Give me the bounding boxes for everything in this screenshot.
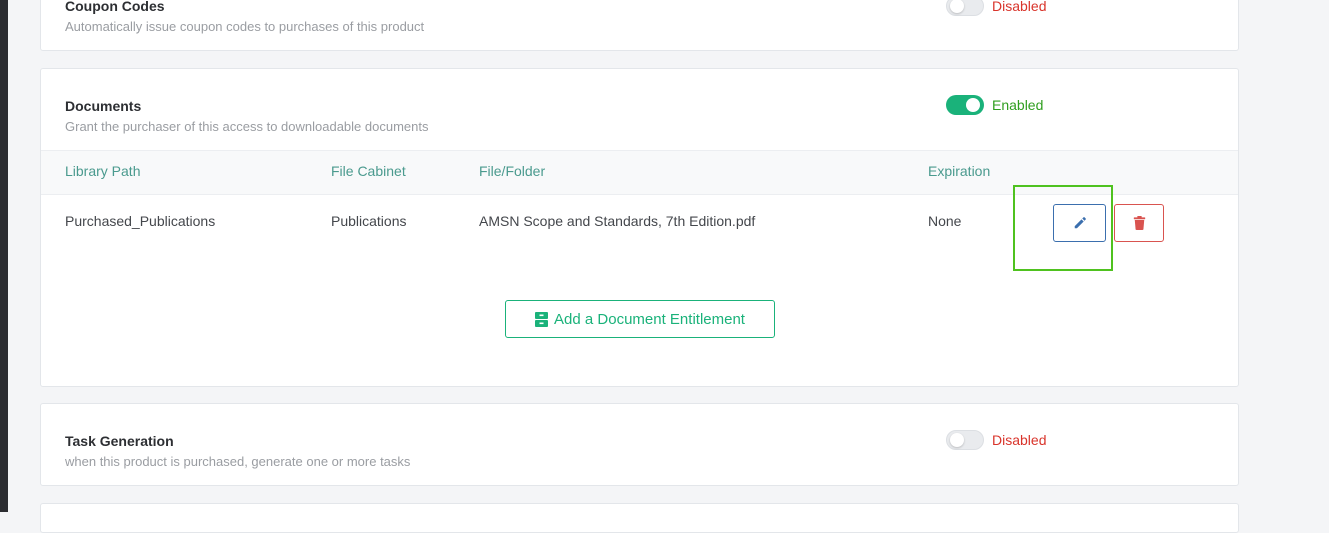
column-header-library-path: Library Path: [65, 163, 141, 179]
trash-icon: [1133, 216, 1145, 230]
coupon-codes-card: Coupon Codes Automatically issue coupon …: [40, 0, 1239, 51]
documents-card: Documents Grant the purchaser of this ac…: [40, 68, 1239, 387]
add-document-entitlement-button[interactable]: Add a Document Entitlement: [505, 300, 775, 338]
task-generation-card: Task Generation when this product is pur…: [40, 403, 1239, 486]
coupon-codes-toggle-group: Disabled: [946, 0, 1046, 16]
coupon-codes-description: Automatically issue coupon codes to purc…: [65, 19, 425, 34]
documents-status: Enabled: [992, 97, 1044, 113]
coupon-codes-toggle[interactable]: [946, 0, 984, 16]
next-section-card: [40, 503, 1239, 533]
delete-document-button[interactable]: [1114, 204, 1164, 242]
cell-file-cabinet: Publications: [331, 213, 407, 229]
documents-toggle[interactable]: [946, 95, 984, 115]
task-generation-title: Task Generation: [65, 433, 174, 449]
task-generation-toggle-group: Disabled: [946, 430, 1046, 450]
add-document-entitlement-label: Add a Document Entitlement: [554, 310, 745, 328]
coupon-codes-title: Coupon Codes: [65, 0, 165, 14]
column-header-file-cabinet: File Cabinet: [331, 163, 406, 179]
coupon-codes-status: Disabled: [992, 0, 1047, 14]
task-generation-status: Disabled: [992, 432, 1047, 448]
documents-description: Grant the purchaser of this access to do…: [65, 119, 429, 134]
cell-expiration: None: [928, 213, 962, 229]
documents-title: Documents: [65, 98, 142, 114]
cell-file-folder: AMSN Scope and Standards, 7th Edition.pd…: [479, 213, 756, 229]
column-header-expiration: Expiration: [928, 163, 991, 179]
selection-highlight: [1013, 185, 1113, 271]
task-generation-description: when this product is purchased, generate…: [65, 454, 411, 469]
file-cabinet-icon: [535, 311, 549, 327]
documents-toggle-group: Enabled: [946, 95, 1043, 115]
task-generation-toggle[interactable]: [946, 430, 984, 450]
cell-library-path: Purchased_Publications: [65, 213, 216, 229]
column-header-file-folder: File/Folder: [479, 163, 546, 179]
window-left-edge: [0, 0, 8, 512]
